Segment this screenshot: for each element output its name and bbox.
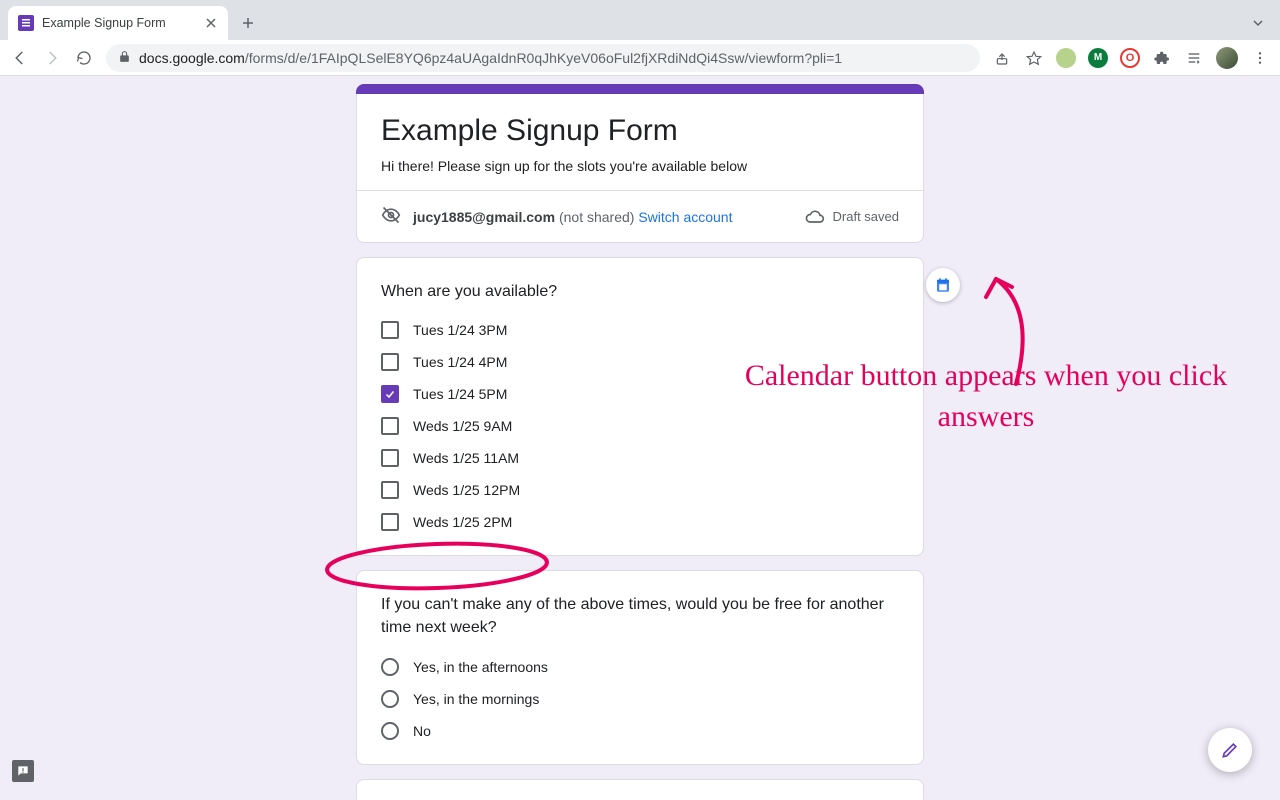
form-header-card: Example Signup Form Hi there! Please sig…	[356, 94, 924, 243]
checkbox-icon	[381, 481, 399, 499]
option-label: No	[413, 723, 431, 739]
checkbox-icon	[381, 417, 399, 435]
account-row: jucy1885@gmail.com (not shared) Switch a…	[357, 190, 923, 242]
new-tab-button[interactable]	[234, 9, 262, 37]
kebab-menu-icon[interactable]	[1250, 48, 1270, 68]
forms-favicon-icon	[18, 15, 34, 31]
checkbox-icon	[381, 353, 399, 371]
checkbox-option[interactable]: Weds 1/25 11AM	[381, 449, 899, 467]
checkbox-option[interactable]: Weds 1/25 9AM	[381, 417, 899, 435]
calendar-button[interactable]	[926, 268, 960, 302]
toolbar-icons: M O	[992, 47, 1270, 69]
url-text: docs.google.com/forms/d/e/1FAIpQLSelE8YQ…	[139, 50, 842, 66]
close-tab-icon[interactable]	[204, 16, 218, 30]
form-accent-bar	[356, 84, 924, 94]
form-description: Hi there! Please sign up for the slots y…	[381, 158, 899, 174]
not-shared-icon	[381, 205, 401, 228]
option-label: Weds 1/25 12PM	[413, 482, 520, 498]
checkbox-option[interactable]: Tues 1/24 3PM	[381, 321, 899, 339]
lock-icon	[118, 50, 131, 66]
checkbox-icon	[381, 385, 399, 403]
radio-icon	[381, 690, 399, 708]
switch-account-link[interactable]: Switch account	[638, 209, 732, 225]
radio-icon	[381, 658, 399, 676]
checkbox-option[interactable]: Tues 1/24 4PM	[381, 353, 899, 371]
edit-form-fab[interactable]	[1208, 728, 1252, 772]
option-label: Yes, in the afternoons	[413, 659, 548, 675]
extension-2-icon[interactable]: M	[1088, 48, 1108, 68]
account-email: jucy1885@gmail.com	[413, 209, 555, 225]
browser-tab[interactable]: Example Signup Form	[8, 6, 228, 40]
question-comments	[356, 779, 924, 800]
reload-button[interactable]	[74, 48, 94, 68]
tab-title: Example Signup Form	[42, 16, 196, 30]
checkbox-option[interactable]: Weds 1/25 2PM	[381, 513, 899, 531]
form-title: Example Signup Form	[381, 114, 899, 148]
radio-option[interactable]: Yes, in the mornings	[381, 690, 899, 708]
tabs-dropdown-icon[interactable]	[1244, 9, 1272, 37]
extension-1-icon[interactable]	[1056, 48, 1076, 68]
not-shared-label: (not shared)	[559, 209, 634, 225]
option-label: Tues 1/24 5PM	[413, 386, 507, 402]
page-viewport: Example Signup Form Hi there! Please sig…	[0, 76, 1280, 800]
browser-chrome: Example Signup Form docs.google.com/form…	[0, 0, 1280, 76]
question-title: When are you available?	[381, 280, 899, 303]
option-label: Weds 1/25 2PM	[413, 514, 512, 530]
bookmark-star-icon[interactable]	[1024, 48, 1044, 68]
checkbox-icon	[381, 321, 399, 339]
option-label: Tues 1/24 3PM	[413, 322, 507, 338]
share-icon[interactable]	[992, 48, 1012, 68]
reading-list-icon[interactable]	[1184, 48, 1204, 68]
question-title: If you can't make any of the above times…	[381, 593, 899, 639]
extensions-puzzle-icon[interactable]	[1152, 48, 1172, 68]
tab-strip: Example Signup Form	[0, 0, 1280, 40]
feedback-icon[interactable]	[12, 760, 34, 782]
profile-avatar[interactable]	[1216, 47, 1238, 69]
annotation-arrow	[966, 269, 1056, 399]
option-label: Weds 1/25 9AM	[413, 418, 512, 434]
radio-icon	[381, 722, 399, 740]
option-label: Yes, in the mornings	[413, 691, 539, 707]
forward-button[interactable]	[42, 48, 62, 68]
google-form: Example Signup Form Hi there! Please sig…	[356, 84, 924, 800]
checkbox-icon	[381, 449, 399, 467]
checkbox-option[interactable]: Weds 1/25 12PM	[381, 481, 899, 499]
draft-saved-status: Draft saved	[805, 207, 899, 227]
option-label: Tues 1/24 4PM	[413, 354, 507, 370]
radio-option[interactable]: Yes, in the afternoons	[381, 658, 899, 676]
checkbox-option[interactable]: Tues 1/24 5PM	[381, 385, 899, 403]
back-button[interactable]	[10, 48, 30, 68]
browser-toolbar: docs.google.com/forms/d/e/1FAIpQLSelE8YQ…	[0, 40, 1280, 76]
radio-option[interactable]: No	[381, 722, 899, 740]
option-label: Weds 1/25 11AM	[413, 450, 519, 466]
checkbox-icon	[381, 513, 399, 531]
question-alt-times: If you can't make any of the above times…	[356, 570, 924, 764]
extension-3-icon[interactable]: O	[1120, 48, 1140, 68]
question-availability: When are you available? Tues 1/24 3PM Tue…	[356, 257, 924, 556]
address-bar[interactable]: docs.google.com/forms/d/e/1FAIpQLSelE8YQ…	[106, 44, 980, 72]
